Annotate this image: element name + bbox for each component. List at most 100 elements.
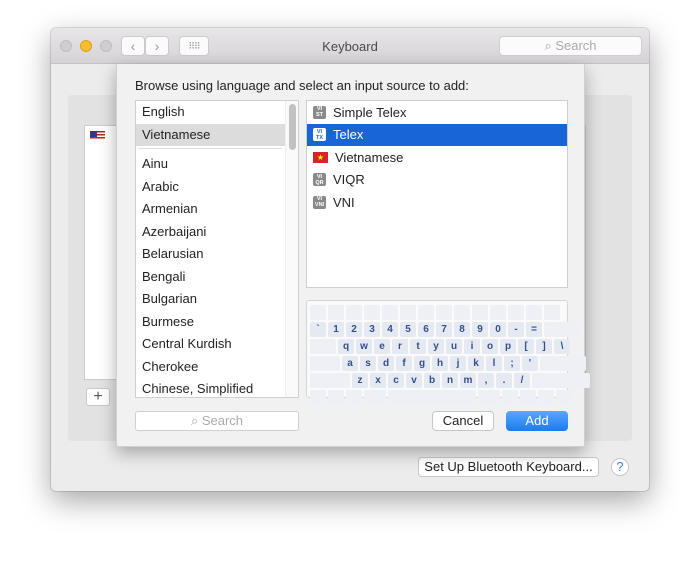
blank-key [346, 390, 362, 405]
input-source-label: Telex [333, 127, 364, 143]
key: t [410, 339, 426, 354]
language-item[interactable]: Cherokee [136, 356, 298, 379]
blank-key [388, 390, 476, 405]
blank-key [490, 305, 506, 320]
language-item[interactable]: English [136, 101, 298, 124]
language-item[interactable]: Arabic [136, 176, 298, 199]
key: 2 [346, 322, 362, 337]
blank-key [508, 305, 524, 320]
blank-key [310, 390, 326, 405]
language-item[interactable]: Bengali [136, 266, 298, 289]
language-item[interactable]: Belarusian [136, 243, 298, 266]
us-flag-icon [90, 131, 105, 141]
blank-key [310, 373, 350, 388]
keyboard-row: a s d f g h j k l; ' [310, 356, 586, 371]
key: a [342, 356, 358, 371]
help-button[interactable]: ? [611, 458, 629, 476]
key: / [514, 373, 530, 388]
key: g [414, 356, 430, 371]
language-item[interactable]: Bulgarian [136, 288, 298, 311]
blank-key [532, 373, 590, 388]
language-item[interactable]: Central Kurdish [136, 333, 298, 356]
blank-key [526, 305, 542, 320]
language-item[interactable]: Chinese, Simplified [136, 378, 298, 397]
input-source-item[interactable]: ★ Vietnamese [307, 146, 567, 169]
search-icon: ⌕ [544, 38, 556, 53]
key: f [396, 356, 412, 371]
key: p [500, 339, 516, 354]
input-source-item[interactable]: VI ST Simple Telex [307, 101, 567, 124]
language-search-field[interactable]: ⌕ Search [135, 411, 299, 431]
key: d [378, 356, 394, 371]
input-source-item[interactable]: VI QR VIQR [307, 169, 567, 192]
key: q [338, 339, 354, 354]
key: - [508, 322, 524, 337]
cancel-button[interactable]: Cancel [432, 411, 494, 431]
blank-key [310, 305, 326, 320]
vietnam-flag-icon: ★ [313, 151, 328, 163]
key: i [464, 339, 480, 354]
input-source-list[interactable]: VI ST Simple Telex VI TX Telex ★ Vietnamese VI QR… [306, 100, 568, 288]
blank-key [544, 305, 560, 320]
key: e [374, 339, 390, 354]
key: 1 [328, 322, 344, 337]
key: k [468, 356, 484, 371]
keyboard-row: z x c v b n m,. / [310, 373, 590, 388]
add-input-source-sheet: Browse using language and select an inpu… [116, 64, 590, 447]
key: u [446, 339, 462, 354]
key: 9 [472, 322, 488, 337]
blank-key [544, 322, 580, 337]
input-source-icon: VI VNI [313, 195, 326, 209]
language-item[interactable]: Ainu [136, 153, 298, 176]
keyboard-row [310, 305, 564, 320]
blank-key [328, 305, 344, 320]
key: 3 [364, 322, 380, 337]
title-bar: ‹ › ⠿⠿ Keyboard ⌕ Search [51, 28, 649, 64]
key: ] [536, 339, 552, 354]
key: v [406, 373, 422, 388]
blank-key [364, 390, 386, 405]
key: ` [310, 322, 326, 337]
scrollbar-thumb[interactable] [289, 104, 296, 150]
blank-key [502, 390, 518, 405]
blank-key [538, 390, 554, 405]
blank-key [556, 390, 572, 405]
input-source-label: Simple Telex [333, 104, 407, 120]
input-source-label: Vietnamese [335, 149, 404, 165]
language-item[interactable]: Armenian [136, 198, 298, 221]
blank-key [478, 390, 500, 405]
language-item[interactable]: Vietnamese [136, 123, 298, 146]
key: [ [518, 339, 534, 354]
input-source-icon: VI QR [313, 173, 326, 187]
blank-key [364, 305, 380, 320]
key: l [486, 356, 502, 371]
input-source-item[interactable]: VI TX Telex [307, 123, 567, 146]
blank-key [472, 305, 488, 320]
add-button[interactable]: Add [506, 411, 568, 431]
key: ; [504, 356, 520, 371]
blank-key [540, 356, 586, 371]
language-list[interactable]: English Vietnamese Ainu Arabic Armenian Azerb… [135, 100, 299, 398]
key: . [496, 373, 512, 388]
key: , [478, 373, 494, 388]
toolbar-search-field[interactable]: ⌕ Search [499, 36, 642, 56]
blank-key [418, 305, 434, 320]
blank-key [310, 339, 336, 354]
setup-bluetooth-keyboard-button[interactable]: Set Up Bluetooth Keyboard... [418, 457, 599, 477]
input-source-item[interactable]: VI VNI VNI [307, 191, 567, 214]
key: j [450, 356, 466, 371]
key: n [442, 373, 458, 388]
keyboard-row: q w e r t y u i o p[] \ [310, 339, 570, 354]
language-list-scrollbar[interactable] [285, 101, 298, 397]
sheet-prompt: Browse using language and select an inpu… [135, 78, 469, 93]
key: z [352, 373, 368, 388]
key: 6 [418, 322, 434, 337]
language-item[interactable]: Azerbaijani [136, 221, 298, 244]
search-icon: ⌕ [190, 413, 202, 428]
blank-key [520, 390, 536, 405]
add-input-source-button[interactable]: + [86, 388, 110, 406]
language-item[interactable]: Burmese [136, 311, 298, 334]
input-source-icon: VI ST [313, 105, 326, 119]
key: y [428, 339, 444, 354]
keyboard-row: ` 1 2 3 4 5 6 7 8 9 0- = [310, 322, 580, 337]
